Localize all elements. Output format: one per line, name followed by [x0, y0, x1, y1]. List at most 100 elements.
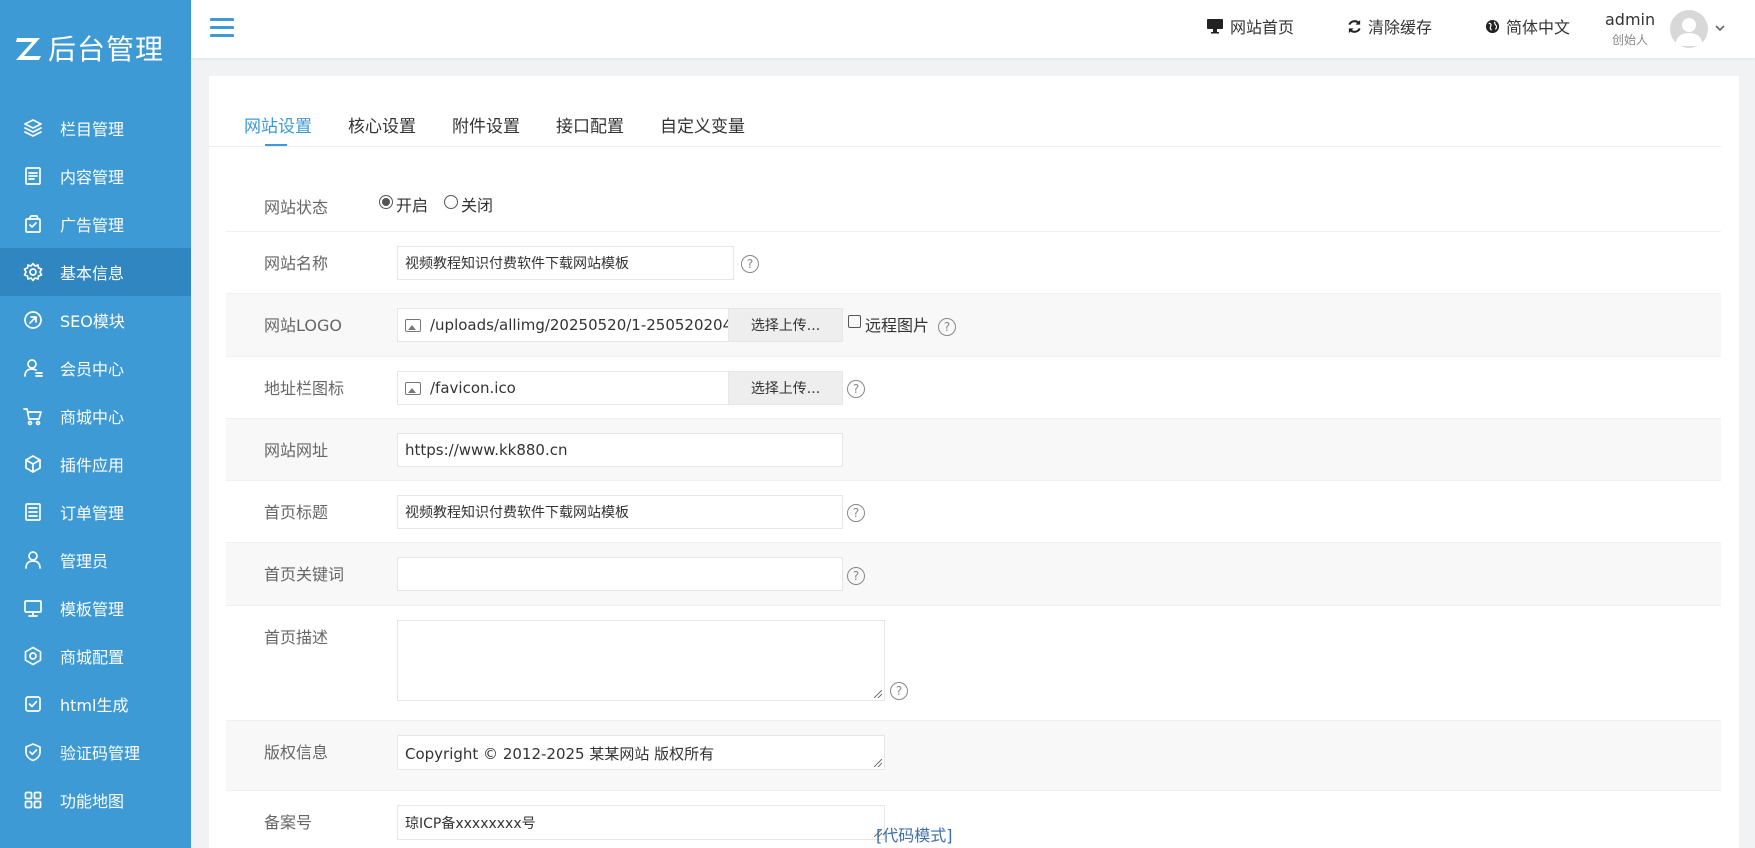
home-title-label: 首页标题 [264, 503, 329, 522]
sidebar-item-basic-info[interactable]: 基本信息 [0, 248, 191, 296]
sidebar-item-label: html生成 [60, 696, 129, 715]
row-site-status: 网站状态 开启 关闭 [226, 174, 1721, 232]
site-logo-input[interactable]: /uploads/allimg/20250520/1-2505202041 [397, 308, 729, 342]
sidebar: 后台管理 栏目管理 内容管理 广告管理 基本信息 SEO模块 会员中心 商城中心… [0, 0, 191, 848]
remote-image-checkbox[interactable] [848, 315, 861, 328]
sidebar-item-member-center[interactable]: 会员中心 [0, 344, 191, 392]
sidebar-item-captcha[interactable]: 验证码管理 [0, 728, 191, 776]
site-logo-label: 网站LOGO [264, 316, 342, 335]
logo[interactable]: 后台管理 [14, 28, 164, 68]
check-square-icon [22, 693, 44, 715]
sidebar-item-orders[interactable]: 订单管理 [0, 488, 191, 536]
list-icon [22, 501, 44, 523]
home-description-textarea[interactable] [397, 620, 885, 701]
row-site-logo: 网站LOGO /uploads/allimg/20250520/1-250520… [226, 294, 1721, 357]
shield-check-icon [22, 741, 44, 763]
sidebar-item-label: 商城配置 [60, 648, 125, 667]
row-home-title: 首页标题 视频教程知识付费软件下载网站模板 ? [226, 481, 1721, 543]
favicon-input[interactable]: /favicon.ico [397, 371, 729, 405]
site-logo-path: /uploads/allimg/20250520/1-2505202041 [430, 316, 729, 334]
settings-form: 网站状态 开启 关闭 网站名称 视频教程知识付费软件下载网站模板 ? 网站LOG… [209, 0, 1739, 848]
member-icon [22, 357, 44, 379]
status-open-label[interactable]: 开启 [396, 192, 428, 216]
sidebar-item-function-map[interactable]: 功能地图 [0, 776, 191, 824]
remote-image-label[interactable]: 远程图片 [865, 312, 929, 336]
help-icon[interactable]: ? [847, 567, 865, 585]
sidebar-item-html-generate[interactable]: html生成 [0, 680, 191, 728]
row-site-name: 网站名称 视频教程知识付费软件下载网站模板 ? [226, 232, 1721, 294]
icp-value: 琼ICP备xxxxxxxx号 [405, 816, 536, 832]
favicon-label: 地址栏图标 [264, 379, 345, 398]
ad-icon [22, 213, 44, 235]
sidebar-item-mall-center[interactable]: 商城中心 [0, 392, 191, 440]
document-icon [22, 165, 44, 187]
sidebar-item-label: 功能地图 [60, 792, 125, 811]
icp-label: 备案号 [264, 813, 313, 832]
sidebar-item-label: SEO模块 [60, 312, 125, 331]
cube-icon [22, 453, 44, 475]
monitor-icon [22, 597, 44, 619]
help-icon[interactable]: ? [938, 318, 956, 336]
logo-text: 后台管理 [48, 33, 165, 66]
user-icon [22, 549, 44, 571]
sidebar-item-label: 内容管理 [60, 168, 125, 187]
help-icon[interactable]: ? [741, 255, 759, 273]
site-url-label: 网站网址 [264, 441, 329, 460]
image-icon [405, 318, 421, 332]
row-home-keywords: 首页关键词 ? [226, 543, 1721, 606]
row-copyright: 版权信息 Copyright © 2012-2025 某某网站 版权所有 [226, 721, 1721, 791]
cart-icon [22, 405, 44, 427]
status-open-radio[interactable] [379, 195, 393, 209]
row-icp: 备案号 琼ICP备xxxxxxxx号 [226, 791, 1721, 848]
logo-z-icon [16, 38, 41, 60]
sidebar-item-label: 管理员 [60, 552, 109, 571]
sidebar-item-column-management[interactable]: 栏目管理 [0, 104, 191, 152]
copyright-value: Copyright © 2012-2025 某某网站 版权所有 [405, 745, 715, 763]
row-home-description: 首页描述 ? [226, 606, 1721, 721]
gear-icon [22, 261, 44, 283]
icp-textarea[interactable]: 琼ICP备xxxxxxxx号 [397, 805, 885, 840]
copyright-textarea[interactable]: Copyright © 2012-2025 某某网站 版权所有 [397, 735, 885, 770]
favicon-upload-button[interactable]: 选择上传... [728, 371, 843, 405]
image-icon [405, 381, 421, 395]
resize-handle-icon[interactable] [874, 690, 882, 698]
sidebar-item-label: 订单管理 [60, 504, 125, 523]
sidebar-item-content-management[interactable]: 内容管理 [0, 152, 191, 200]
sidebar-item-plugins[interactable]: 插件应用 [0, 440, 191, 488]
seo-icon [22, 309, 44, 331]
home-keywords-label: 首页关键词 [264, 565, 345, 584]
help-icon[interactable]: ? [847, 380, 865, 398]
home-title-input[interactable]: 视频教程知识付费软件下载网站模板 [397, 495, 843, 529]
site-name-label: 网站名称 [264, 254, 329, 273]
help-icon[interactable]: ? [847, 504, 865, 522]
sidebar-item-ad-management[interactable]: 广告管理 [0, 200, 191, 248]
layers-icon [22, 117, 44, 139]
sidebar-item-templates[interactable]: 模板管理 [0, 584, 191, 632]
code-mode-link[interactable]: [代码模式] [876, 822, 953, 846]
help-icon[interactable]: ? [890, 682, 908, 700]
sidebar-item-admins[interactable]: 管理员 [0, 536, 191, 584]
row-site-url: 网站网址 https://www.kk880.cn [226, 419, 1721, 481]
site-status-label: 网站状态 [264, 198, 329, 217]
sidebar-item-seo[interactable]: SEO模块 [0, 296, 191, 344]
sidebar-item-label: 栏目管理 [60, 120, 125, 139]
favicon-path: /favicon.ico [430, 379, 516, 397]
sidebar-item-label: 商城中心 [60, 408, 125, 427]
logo-upload-button[interactable]: 选择上传... [728, 308, 843, 342]
sidebar-item-mall-config[interactable]: 商城配置 [0, 632, 191, 680]
sidebar-item-label: 插件应用 [60, 456, 125, 475]
hexagon-gear-icon [22, 645, 44, 667]
status-closed-radio[interactable] [444, 195, 458, 209]
resize-handle-icon[interactable] [874, 759, 882, 767]
sidebar-item-label: 验证码管理 [60, 744, 141, 763]
sidebar-item-label: 基本信息 [60, 264, 125, 283]
sidebar-item-label: 广告管理 [60, 216, 125, 235]
row-favicon: 地址栏图标 /favicon.ico 选择上传... ? [226, 357, 1721, 419]
home-keywords-input[interactable] [397, 557, 843, 591]
sidebar-item-label: 会员中心 [60, 360, 125, 379]
site-url-input[interactable]: https://www.kk880.cn [397, 433, 843, 467]
grid-icon [22, 789, 44, 811]
site-name-input[interactable]: 视频教程知识付费软件下载网站模板 [397, 246, 734, 280]
copyright-label: 版权信息 [264, 743, 329, 762]
status-closed-label[interactable]: 关闭 [461, 192, 493, 216]
